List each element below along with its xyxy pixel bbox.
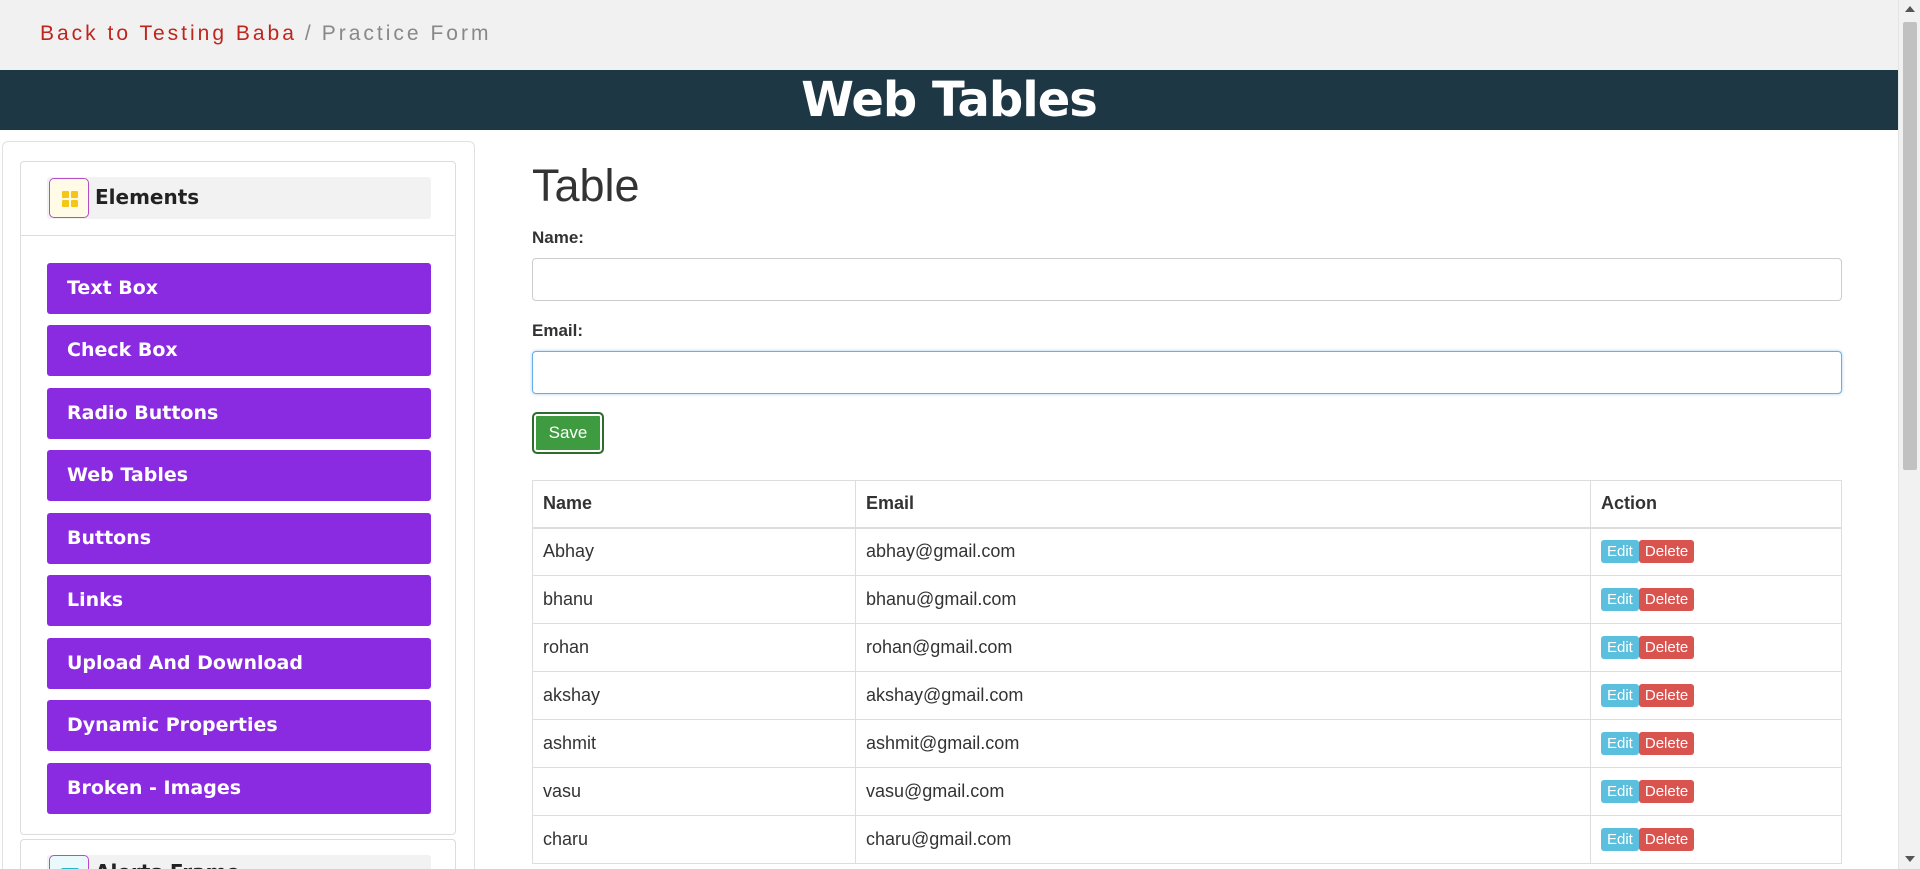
elements-panel: Elements Text Box Check Box Radio Button… xyxy=(20,161,456,835)
header-action: Action xyxy=(1590,480,1842,529)
breadcrumb-current: Practice Form xyxy=(321,22,492,45)
scrollbar-thumb[interactable] xyxy=(1903,22,1917,470)
form-title: Table xyxy=(532,160,640,211)
delete-button[interactable]: Delete xyxy=(1638,540,1695,564)
table-row: charu charu@gmail.com Edit Delete xyxy=(532,815,1842,864)
cell-name: bhanu xyxy=(532,575,856,624)
cell-email: ashmit@gmail.com xyxy=(855,719,1591,768)
table-row: ashmit ashmit@gmail.com Edit Delete xyxy=(532,719,1842,768)
email-label: Email: xyxy=(532,321,584,340)
name-label: Name: xyxy=(532,228,584,247)
cell-action: Edit Delete xyxy=(1590,623,1842,672)
delete-button[interactable]: Delete xyxy=(1638,684,1695,707)
elements-section-title: Elements xyxy=(95,185,200,209)
sidebar-item-links[interactable]: Links xyxy=(47,575,431,626)
edit-button[interactable]: Edit xyxy=(1601,588,1639,611)
table-row: bhanu bhanu@gmail.com Edit Delete xyxy=(532,575,1842,624)
cell-action: Edit Delete xyxy=(1590,575,1842,624)
delete-button[interactable]: Delete xyxy=(1638,636,1695,659)
alerts-frame-panel[interactable]: Alerts,Frame xyxy=(20,839,456,869)
sidebar-item-check-box[interactable]: Check Box xyxy=(47,325,431,376)
edit-button[interactable]: Edit xyxy=(1601,828,1639,851)
edit-button[interactable]: Edit xyxy=(1601,684,1639,707)
delete-button[interactable]: Delete xyxy=(1638,780,1695,803)
breadcrumb-separator: / xyxy=(304,22,314,45)
alerts-frame-section-title: Alerts,Frame xyxy=(95,860,240,869)
email-input[interactable] xyxy=(532,351,1842,394)
elements-grid-icon xyxy=(49,178,89,218)
cell-email: charu@gmail.com xyxy=(855,815,1591,864)
edit-button[interactable]: Edit xyxy=(1601,540,1639,564)
sidebar-item-upload-and-download[interactable]: Upload And Download xyxy=(47,638,431,689)
cell-email: abhay@gmail.com xyxy=(855,527,1591,576)
delete-button[interactable]: Delete xyxy=(1638,588,1695,611)
table-header-row: Name Email Action xyxy=(532,480,1842,529)
cell-action: Edit Delete xyxy=(1590,671,1842,720)
cell-name: Abhay xyxy=(532,527,856,576)
sidebar-item-dynamic-properties[interactable]: Dynamic Properties xyxy=(47,700,431,751)
table-row: vasu vasu@gmail.com Edit Delete xyxy=(532,767,1842,816)
delete-button[interactable]: Delete xyxy=(1638,732,1695,755)
cell-name: rohan xyxy=(532,623,856,672)
cell-email: vasu@gmail.com xyxy=(855,767,1591,816)
cell-action: Edit Delete xyxy=(1590,767,1842,816)
cell-name: ashmit xyxy=(532,719,856,768)
cell-action: Edit Delete xyxy=(1590,719,1842,768)
save-button[interactable]: Save xyxy=(533,413,603,453)
top-bar: Back to Testing Baba / Practice Form xyxy=(0,0,1898,70)
sidebar: Elements Text Box Check Box Radio Button… xyxy=(2,141,475,869)
cell-email: rohan@gmail.com xyxy=(855,623,1591,672)
scroll-up-arrow-icon[interactable] xyxy=(1905,6,1915,12)
sidebar-item-buttons[interactable]: Buttons xyxy=(47,513,431,564)
table-row: Abhay abhay@gmail.com Edit Delete xyxy=(532,527,1842,576)
edit-button[interactable]: Edit xyxy=(1601,636,1639,659)
edit-button[interactable]: Edit xyxy=(1601,732,1639,755)
name-input[interactable] xyxy=(532,258,1842,301)
web-table: Name Email Action Abhay abhay@gmail.com … xyxy=(532,480,1842,864)
sidebar-item-web-tables[interactable]: Web Tables xyxy=(47,450,431,501)
alerts-window-icon xyxy=(49,855,89,869)
cell-email: akshay@gmail.com xyxy=(855,671,1591,720)
table-row: akshay akshay@gmail.com Edit Delete xyxy=(532,671,1842,720)
edit-button[interactable]: Edit xyxy=(1601,780,1639,803)
back-to-testing-baba-link[interactable]: Back to Testing Baba xyxy=(40,22,297,45)
scroll-down-arrow-icon[interactable] xyxy=(1905,856,1915,862)
cell-name: akshay xyxy=(532,671,856,720)
cell-email: bhanu@gmail.com xyxy=(855,575,1591,624)
cell-name: charu xyxy=(532,815,856,864)
sidebar-item-radio-buttons[interactable]: Radio Buttons xyxy=(47,388,431,439)
sidebar-item-text-box[interactable]: Text Box xyxy=(47,263,431,314)
table-row: rohan rohan@gmail.com Edit Delete xyxy=(532,623,1842,672)
header-name: Name xyxy=(532,480,856,529)
header-email: Email xyxy=(855,480,1591,529)
delete-button[interactable]: Delete xyxy=(1638,828,1695,851)
cell-action: Edit Delete xyxy=(1590,815,1842,864)
page-title: Web Tables xyxy=(801,72,1098,128)
cell-name: vasu xyxy=(532,767,856,816)
page-scrollbar[interactable] xyxy=(1898,0,1920,869)
sidebar-item-broken-images[interactable]: Broken - Images xyxy=(47,763,431,814)
cell-action: Edit Delete xyxy=(1590,527,1842,576)
elements-panel-header[interactable]: Elements xyxy=(21,162,455,236)
breadcrumb: Back to Testing Baba / Practice Form xyxy=(40,22,491,46)
page-banner: Web Tables xyxy=(0,70,1898,130)
